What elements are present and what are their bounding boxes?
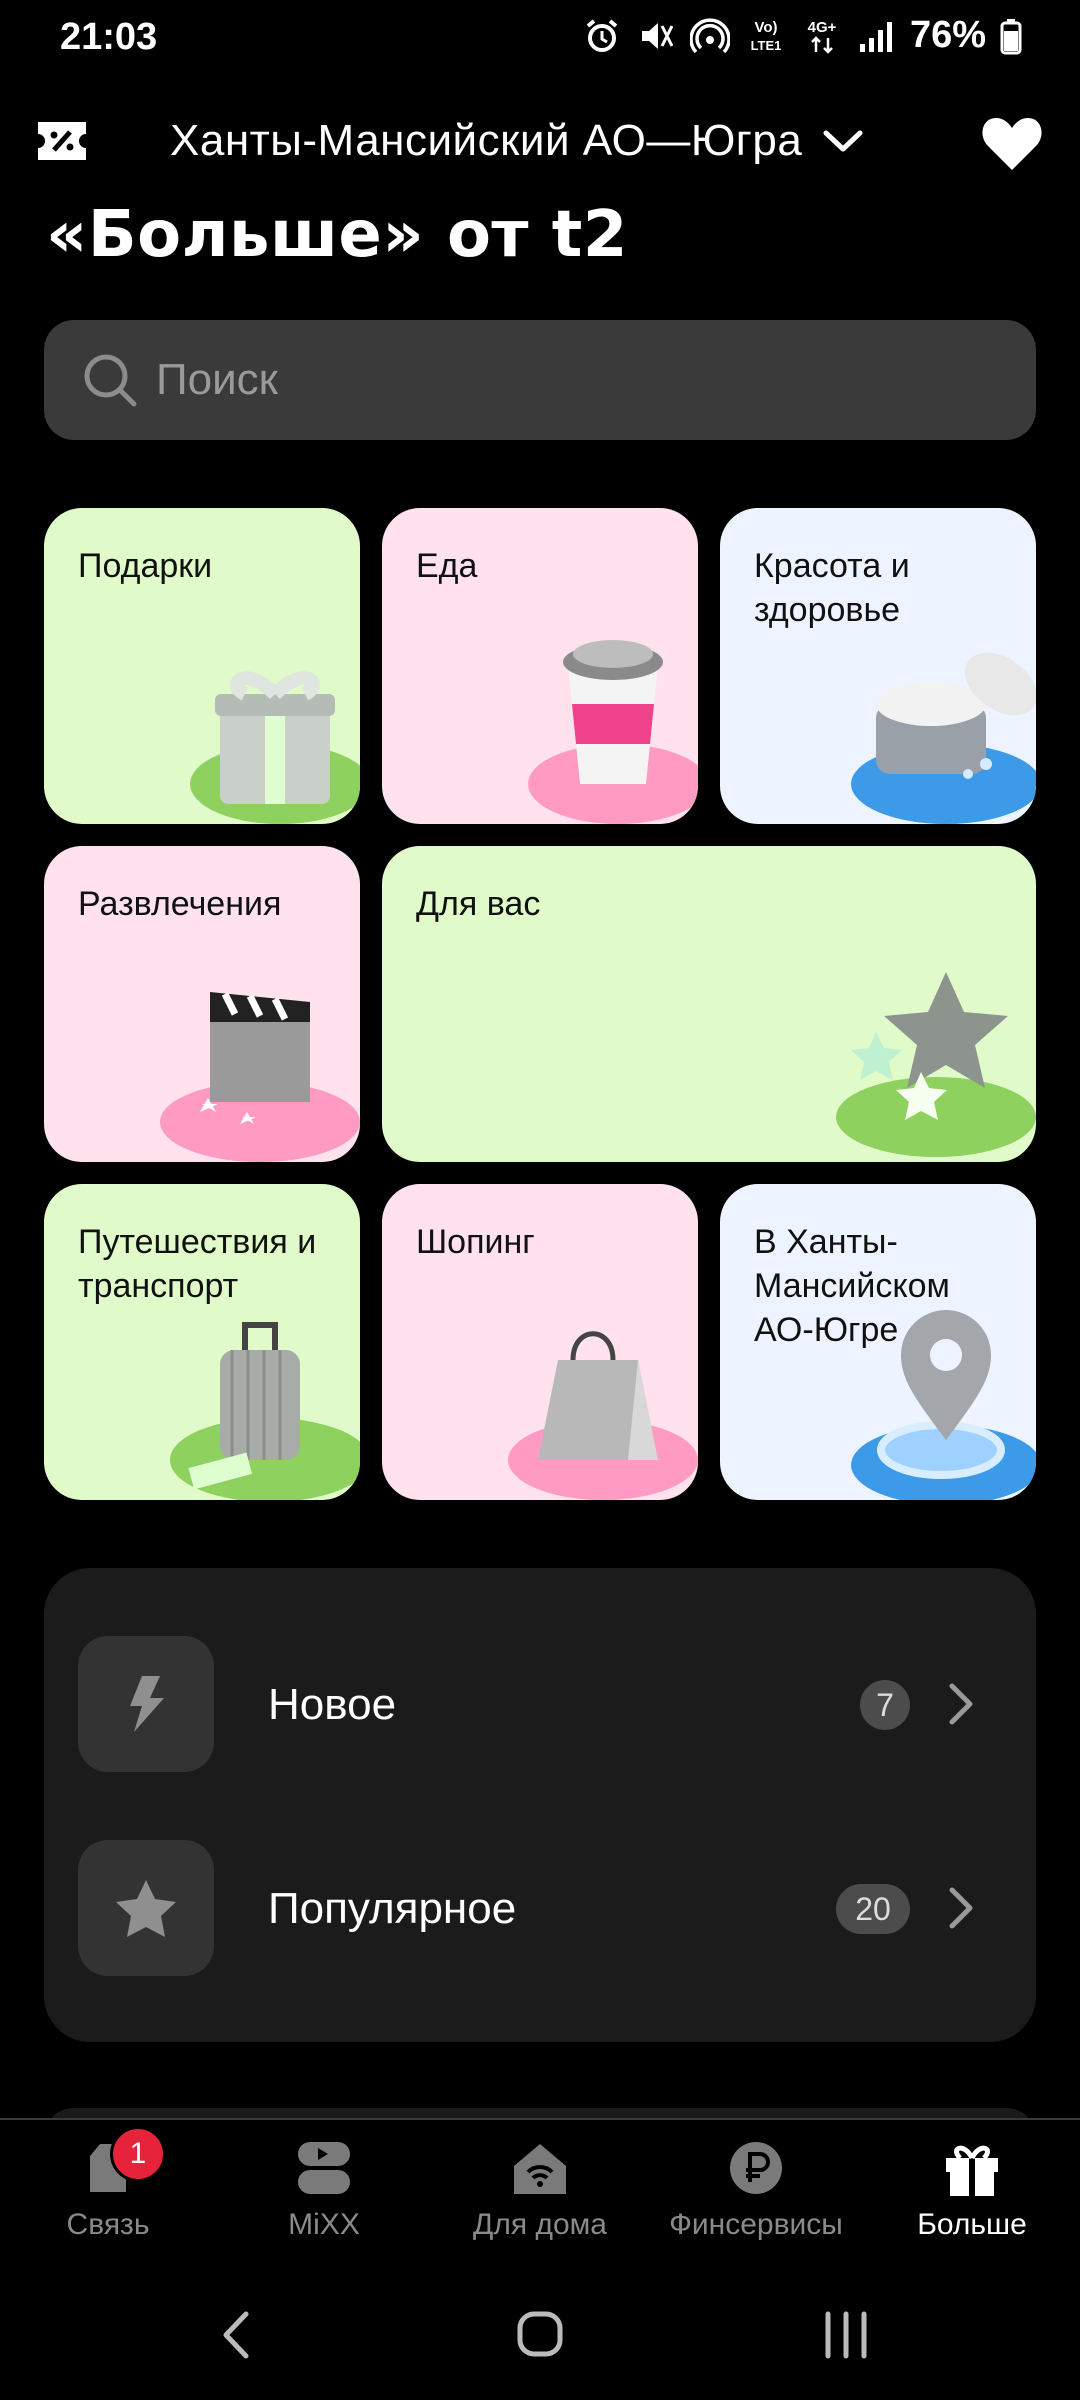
collections-panel: Новое 7 Популярное 20 (44, 1568, 1036, 2042)
search-bar[interactable] (44, 320, 1036, 440)
mute-icon (641, 22, 674, 49)
tab-finance-label: Финсервисы (669, 2208, 843, 2241)
collection-popular-count: 20 (836, 1884, 910, 1934)
tab-home[interactable]: Для дома (432, 2136, 648, 2256)
recents-icon[interactable] (806, 2300, 886, 2370)
network-gen-text: 4G+ (808, 19, 837, 36)
home-wifi-icon (514, 2144, 566, 2194)
alarm-icon (586, 18, 618, 52)
region-selector[interactable]: Ханты-Мансийский АО—Югра (170, 116, 864, 166)
signal-icon (859, 21, 892, 52)
ruble-icon (730, 2142, 782, 2194)
status-icons: Vo) LTE1 4G+ 76% (582, 14, 1022, 57)
lightning-icon (130, 1676, 164, 1732)
volte-top-text: Vo) (754, 19, 777, 36)
heart-icon[interactable] (980, 114, 1044, 172)
cream-jar-icon (851, 652, 1036, 824)
category-gifts[interactable]: Подарки (44, 508, 360, 824)
tab-mixx-label: MiXX (288, 2208, 360, 2241)
top-bar: Ханты-Мансийский АО—Югра (0, 100, 1080, 190)
chevron-down-icon (823, 130, 863, 152)
category-entertainment-label: Развлечения (78, 885, 282, 923)
category-beauty[interactable]: Красота и здоровье (720, 508, 1036, 824)
notification-badge: 1 (110, 2126, 166, 2182)
system-nav-bar (0, 2270, 1080, 2400)
suitcase-icon (170, 1322, 360, 1500)
page-title: «Больше» от t2 (46, 198, 628, 272)
category-shopping[interactable]: Шопинг (382, 1184, 698, 1500)
battery-percent: 76% (909, 14, 986, 56)
row-icon-container (78, 1840, 214, 1976)
category-beauty-label: Красота и здоровье (754, 547, 910, 629)
collection-popular[interactable]: Популярное 20 (78, 1840, 1002, 1976)
back-icon[interactable] (200, 2300, 280, 2370)
gift-icon (946, 2145, 998, 2196)
network-type-icon: 4G+ (808, 19, 837, 54)
collection-new-label: Новое (268, 1680, 397, 1729)
tab-finance[interactable]: Финсервисы (648, 2136, 864, 2256)
row-icon-container (78, 1636, 214, 1772)
category-shopping-label: Шопинг (416, 1223, 535, 1261)
category-for-you-label: Для вас (416, 885, 541, 923)
region-label: Ханты-Мансийский АО—Югра (170, 116, 803, 165)
chevron-right-icon (949, 1683, 973, 1725)
stars-icon (836, 972, 1036, 1157)
category-food[interactable]: Еда (382, 508, 698, 824)
bottom-tab-bar: Связь 1 MiXX Для дома Финсервисы Больше (0, 2118, 1080, 2270)
collection-new-count: 7 (860, 1680, 910, 1730)
category-food-label: Еда (416, 547, 478, 585)
mixx-icon (298, 2142, 350, 2194)
category-local[interactable]: В Ханты-Мансийском АО-Югре (720, 1184, 1036, 1500)
tab-more[interactable]: Больше (864, 2136, 1080, 2256)
tab-connection-label: Связь (66, 2208, 150, 2241)
collection-popular-label: Популярное (268, 1884, 517, 1933)
category-for-you[interactable]: Для вас (382, 846, 1036, 1162)
clapperboard-icon (160, 992, 360, 1162)
category-gifts-label: Подарки (78, 547, 213, 585)
tab-more-label: Больше (917, 2208, 1027, 2241)
volte-icon: Vo) LTE1 (751, 19, 782, 53)
search-icon (84, 354, 137, 407)
coupon-icon[interactable] (34, 118, 90, 164)
volte-bottom-text: LTE1 (751, 38, 782, 53)
shopping-bag-icon (508, 1331, 698, 1500)
collection-new[interactable]: Новое 7 (78, 1636, 1002, 1772)
coffee-cup-icon (528, 640, 698, 824)
tab-home-label: Для дома (473, 2208, 607, 2241)
hotspot-icon (689, 17, 730, 53)
chevron-right-icon (949, 1887, 973, 1929)
search-input[interactable] (154, 354, 958, 406)
battery-icon (1000, 18, 1022, 54)
gift-icon (190, 671, 360, 824)
category-travel[interactable]: Путешествия и транспорт (44, 1184, 360, 1500)
tab-mixx[interactable]: MiXX (216, 2136, 432, 2256)
category-entertainment[interactable]: Развлечения (44, 846, 360, 1162)
status-time: 21:03 (60, 16, 158, 58)
status-bar: 21:03 Vo) LTE1 4G+ 76% (0, 0, 1080, 80)
star-icon (116, 1880, 176, 1937)
tab-connection[interactable]: Связь 1 (0, 2126, 216, 2256)
map-pin-icon (851, 1310, 1036, 1500)
home-button-icon[interactable] (500, 2300, 580, 2370)
